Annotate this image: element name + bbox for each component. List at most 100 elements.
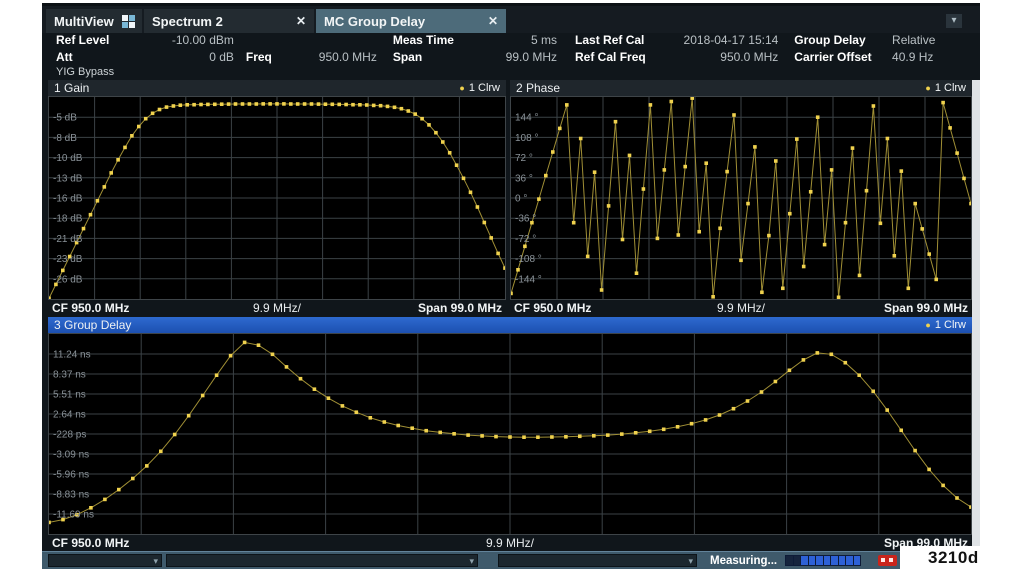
gain-plot[interactable]: -5 dB -8 dB -10 dB -13 dB -16 dB -18 dB -21 dB…: [49, 97, 505, 299]
svg-text:-72 °: -72 °: [515, 234, 536, 245]
svg-text:-8.83 ns: -8.83 ns: [53, 490, 89, 501]
status-dropdown-1[interactable]: ▾: [48, 554, 162, 567]
group-delay-trace-label: 1 Clrw: [935, 319, 966, 331]
header-row-2: Att 0 dB Freq 950.0 MHz Span 99.0 MHz Re…: [42, 48, 980, 65]
trace-color-icon: ●: [925, 321, 930, 330]
tab-mc-group-delay-label: MC Group Delay: [324, 14, 425, 29]
span-label: Span: [393, 50, 473, 64]
phase-x-axis: CF 950.0 MHz 9.9 MHz/ Span 99.0 MHz: [510, 300, 972, 316]
svg-text:-3.09 ns: -3.09 ns: [53, 450, 89, 461]
ref-level-label: Ref Level: [56, 33, 140, 47]
group-delay-panel-header[interactable]: 3 Group Delay ● 1 Clrw: [48, 317, 972, 333]
tab-overflow-dropdown[interactable]: ▾: [946, 14, 962, 28]
phase-trace-label: 1 Clrw: [935, 82, 966, 94]
gain-panel-header[interactable]: 1 Gain ● 1 Clrw: [48, 80, 506, 96]
att-label: Att: [56, 50, 140, 64]
svg-text:-5 dB: -5 dB: [53, 113, 77, 124]
close-icon[interactable]: ✕: [296, 14, 306, 28]
last-ref-cal-value: 2018-04-17 15:14: [665, 33, 778, 47]
svg-text:-10 dB: -10 dB: [53, 153, 83, 164]
delay-plot[interactable]: 11.24 ns8.37 ns5.51 ns2.64 ns-228 ps-3.0…: [49, 334, 971, 534]
group-delay-perdiv-label: 9.9 MHz/: [48, 536, 972, 550]
group-delay-label: Group Delay: [794, 33, 892, 47]
svg-text:-8 dB: -8 dB: [53, 133, 77, 144]
svg-text:-144 °: -144 °: [515, 274, 542, 285]
svg-text:108 °: 108 °: [515, 133, 538, 144]
freq-value[interactable]: 950.0 MHz: [289, 50, 377, 64]
svg-text:-26 dB: -26 dB: [53, 274, 83, 285]
carrier-offset-value: 40.9 Hz: [892, 50, 980, 64]
freq-label: Freq: [246, 50, 289, 64]
svg-text:-5.96 ns: -5.96 ns: [53, 470, 89, 481]
meas-time-value[interactable]: 5 ms: [473, 33, 557, 47]
chevron-down-icon: ▾: [469, 555, 474, 567]
svg-text:36 °: 36 °: [515, 173, 533, 184]
tab-multiview[interactable]: MultiView: [46, 9, 142, 33]
gain-x-axis: CF 950.0 MHz 9.9 MHz/ Span 99.0 MHz: [48, 300, 506, 316]
svg-text:72 °: 72 °: [515, 153, 533, 164]
group-delay-plot-area[interactable]: 11.24 ns8.37 ns5.51 ns2.64 ns-228 ps-3.0…: [48, 333, 972, 535]
measurement-header: Ref Level -10.00 dBm Meas Time 5 ms Last…: [42, 31, 980, 80]
gain-plot-area[interactable]: -5 dB -8 dB -10 dB -13 dB -16 dB -18 dB -21 dB…: [48, 96, 506, 300]
status-bar: ▾ ▾ ▾ Measuring...: [42, 551, 980, 569]
phase-plot[interactable]: 144 ° 108 ° 72 ° 36 ° 0 ° -36 ° -72 ° -108 ° -14…: [511, 97, 971, 299]
trace-color-icon: ●: [459, 84, 464, 93]
tab-spectrum-2[interactable]: Spectrum 2 ✕: [144, 9, 314, 33]
page-corner: 3210d: [900, 546, 1024, 576]
svg-text:-11.69 ns: -11.69 ns: [53, 510, 94, 521]
status-alert-icon[interactable]: [878, 555, 897, 566]
svg-text:11.24 ns: 11.24 ns: [53, 350, 91, 361]
svg-text:-23 dB: -23 dB: [53, 254, 83, 265]
trace-color-icon: ●: [925, 84, 930, 93]
gain-trace-legend[interactable]: ● 1 Clrw: [459, 82, 500, 94]
group-delay-x-axis: CF 950.0 MHz 9.9 MHz/ Span 99.0 MHz: [48, 535, 972, 549]
svg-text:8.37 ns: 8.37 ns: [53, 370, 86, 381]
svg-text:5.51 ns: 5.51 ns: [53, 390, 86, 401]
header-row-1: Ref Level -10.00 dBm Meas Time 5 ms Last…: [42, 31, 980, 48]
group-delay-value[interactable]: Relative: [892, 33, 980, 47]
multiview-grid-icon: [122, 15, 135, 28]
gain-panel-title: 1 Gain: [54, 81, 89, 95]
chevron-down-icon: ▾: [688, 555, 693, 567]
tab-mc-group-delay[interactable]: MC Group Delay ✕: [316, 9, 506, 33]
tab-multiview-label: MultiView: [54, 14, 114, 29]
phase-trace-legend[interactable]: ● 1 Clrw: [925, 82, 966, 94]
svg-text:144 °: 144 °: [515, 113, 538, 124]
svg-text:-18 dB: -18 dB: [53, 214, 83, 225]
status-dropdown-3[interactable]: ▾: [498, 554, 697, 567]
svg-text:-36 °: -36 °: [515, 214, 536, 225]
svg-text:-16 dB: -16 dB: [53, 194, 83, 205]
carrier-offset-label: Carrier Offset: [794, 50, 892, 64]
figure-code: 3210d: [928, 548, 979, 568]
chevron-down-icon: ▾: [153, 555, 158, 567]
svg-text:-13 dB: -13 dB: [53, 173, 83, 184]
att-value[interactable]: 0 dB: [140, 50, 234, 64]
phase-panel-header[interactable]: 2 Phase ● 1 Clrw: [510, 80, 972, 96]
last-ref-cal-label: Last Ref Cal: [575, 33, 665, 47]
tab-spectrum-2-label: Spectrum 2: [152, 14, 223, 29]
phase-plot-area[interactable]: 144 ° 108 ° 72 ° 36 ° 0 ° -36 ° -72 ° -108 ° -14…: [510, 96, 972, 300]
svg-text:0 °: 0 °: [515, 194, 527, 205]
ref-cal-freq-value: 950.0 MHz: [665, 50, 778, 64]
window-scrollbar[interactable]: [972, 80, 980, 549]
group-delay-panel-title: 3 Group Delay: [54, 318, 131, 332]
yig-bypass-note: YIG Bypass: [56, 65, 980, 80]
tab-bar: MultiView Spectrum 2 ✕ MC Group Delay ✕ …: [42, 3, 980, 33]
chevron-down-icon: ▾: [951, 15, 956, 26]
svg-text:2.64 ns: 2.64 ns: [53, 410, 86, 421]
status-dropdown-2[interactable]: ▾: [166, 554, 478, 567]
group-delay-trace-legend[interactable]: ● 1 Clrw: [925, 319, 966, 331]
gain-trace-label: 1 Clrw: [469, 82, 500, 94]
ref-cal-freq-label: Ref Cal Freq: [575, 50, 665, 64]
measurement-progress-bar: [785, 555, 861, 566]
phase-span-label[interactable]: Span 99.0 MHz: [884, 301, 968, 315]
span-value[interactable]: 99.0 MHz: [473, 50, 557, 64]
svg-text:-108 °: -108 °: [515, 254, 542, 265]
close-icon[interactable]: ✕: [488, 14, 498, 28]
gain-span-label[interactable]: Span 99.0 MHz: [418, 301, 502, 315]
phase-panel-title: 2 Phase: [516, 81, 560, 95]
analyzer-window: MultiView Spectrum 2 ✕ MC Group Delay ✕ …: [42, 3, 980, 568]
svg-text:-21 dB: -21 dB: [53, 234, 83, 245]
ref-level-value[interactable]: -10.00 dBm: [140, 33, 234, 47]
measuring-status-label: Measuring...: [710, 555, 777, 567]
